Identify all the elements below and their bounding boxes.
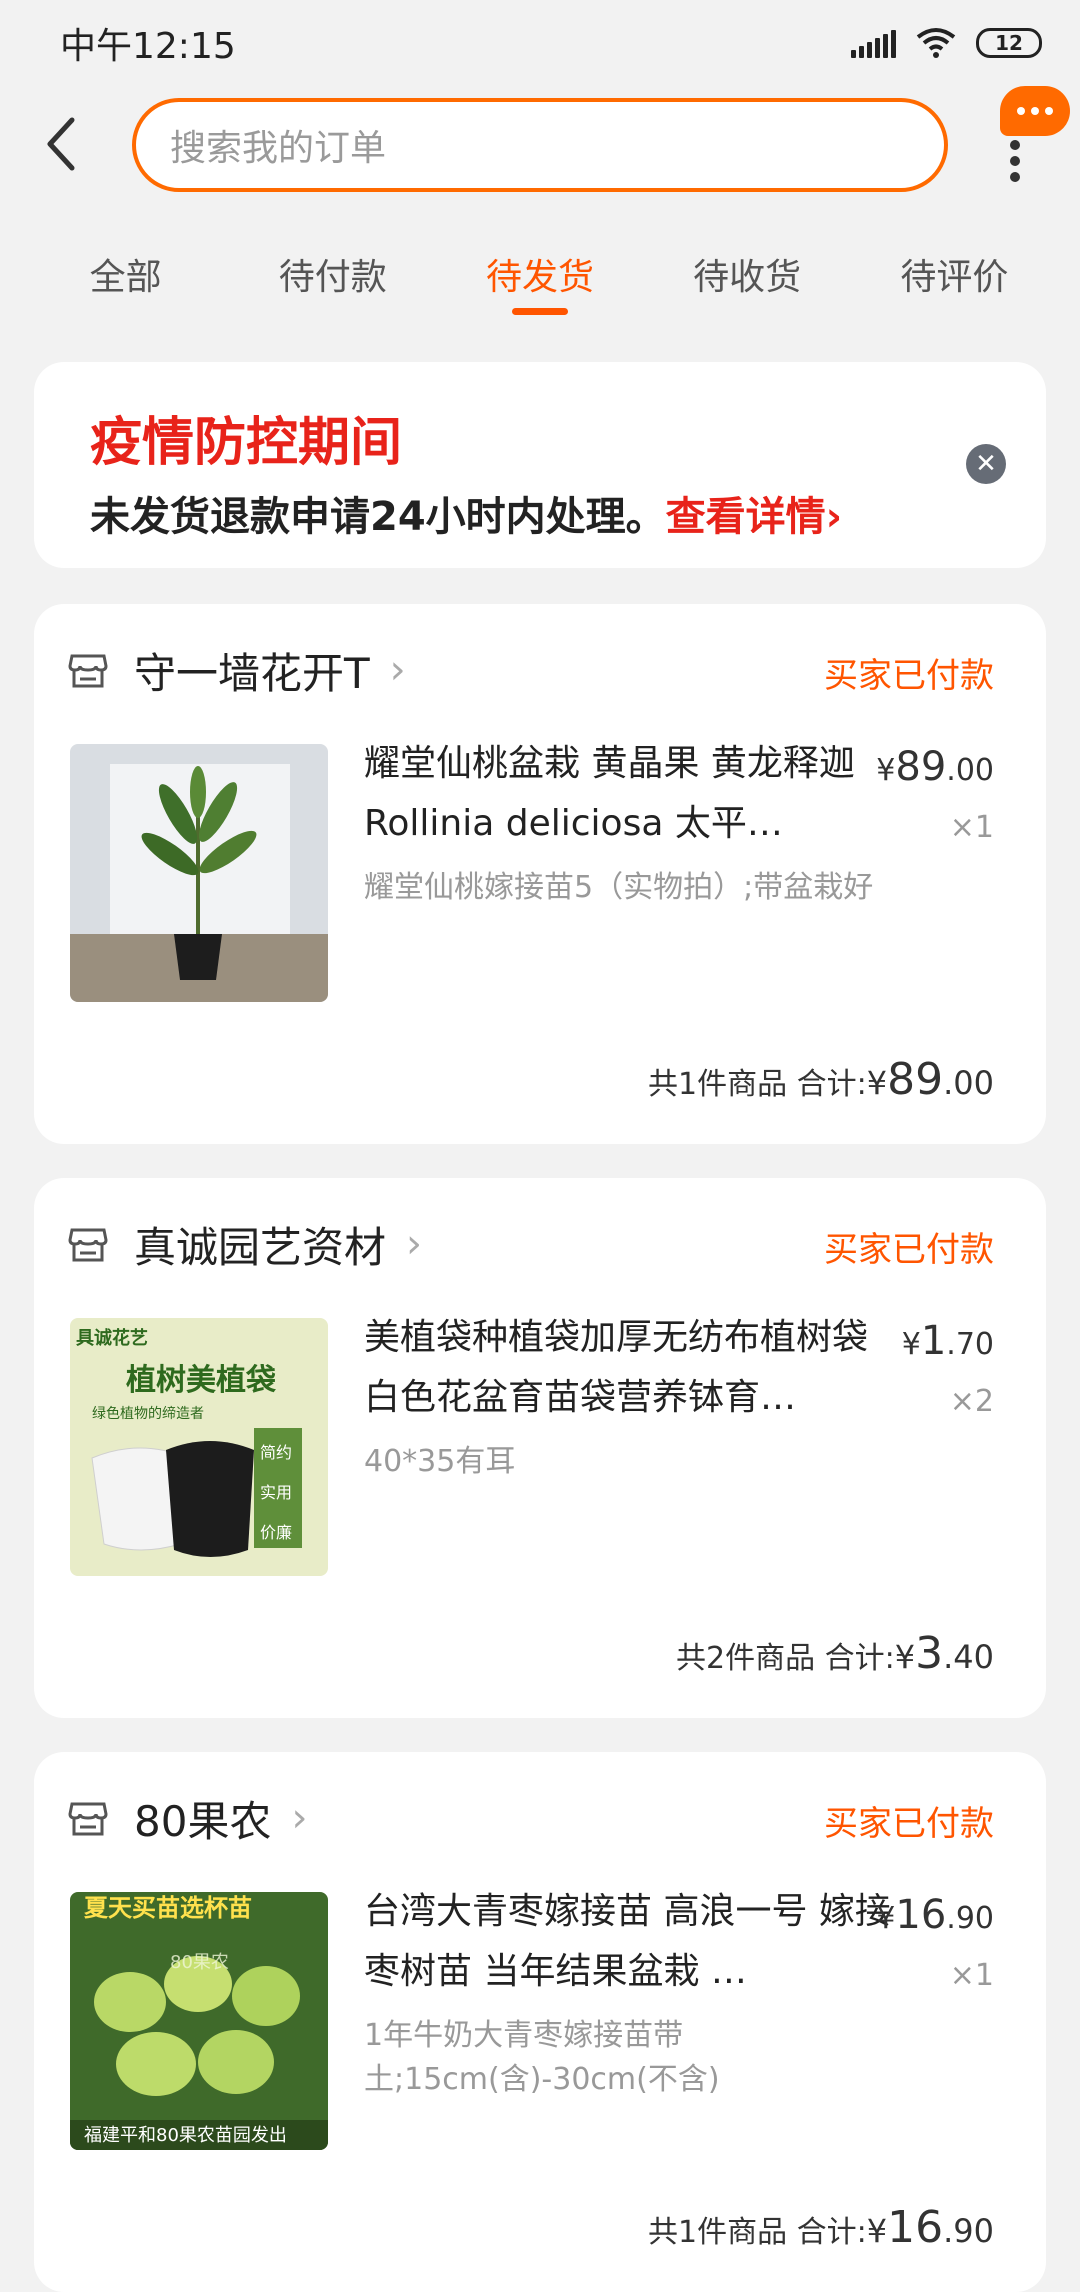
- tab-pending-receipt[interactable]: 待收货: [657, 232, 837, 322]
- order-total: 共2件商品 合计:¥3.40: [676, 1628, 994, 1679]
- status-bar: 中午12:15 12: [0, 0, 1080, 86]
- notice-details-link[interactable]: 查看详情›: [666, 494, 842, 540]
- svg-text:绿色植物的缔造者: 绿色植物的缔造者: [92, 1405, 204, 1422]
- notice-title: 疫情防控期间: [90, 413, 403, 473]
- order-total: 共1件商品 合计:¥16.90: [648, 2202, 994, 2253]
- signal-icon: [851, 28, 896, 58]
- svg-text:简约: 简约: [260, 1443, 292, 1462]
- shop-name: 80果农: [134, 1796, 272, 1846]
- svg-text:价廉: 价廉: [260, 1523, 292, 1542]
- product-title[interactable]: 台湾大青枣嫁接苗 高浪一号 嫁接枣树苗 当年结果盆栽 …: [364, 1882, 894, 2002]
- svg-text:具诚花艺: 具诚花艺: [76, 1327, 148, 1349]
- store-icon: [68, 1802, 108, 1836]
- chevron-right-icon: ›: [406, 1221, 423, 1267]
- order-card[interactable]: 真诚园艺资材 › 买家已付款 具诚花艺 植树美植袋 绿色植物的缔造者 简约 实用…: [34, 1178, 1046, 1718]
- shop-header[interactable]: 真诚园艺资材 ›: [68, 1214, 422, 1274]
- product-price: ¥89.00: [876, 744, 994, 790]
- store-icon: [68, 654, 108, 688]
- tab-pending-payment[interactable]: 待付款: [243, 232, 423, 322]
- chevron-right-icon: ›: [389, 647, 406, 693]
- more-menu-icon[interactable]: [996, 126, 1036, 216]
- order-status: 买家已付款: [824, 656, 994, 696]
- order-total: 共1件商品 合计:¥89.00: [648, 1054, 994, 1105]
- order-status: 买家已付款: [824, 1804, 994, 1844]
- svg-text:福建平和80果农苗园发出: 福建平和80果农苗园发出: [84, 2125, 287, 2146]
- notice-body: 未发货退款申请24小时内处理。查看详情›: [90, 484, 842, 542]
- close-icon[interactable]: ✕: [966, 444, 1006, 484]
- product-price: ¥1.70: [901, 1318, 994, 1364]
- shop-header[interactable]: 80果农 ›: [68, 1788, 307, 1848]
- order-card[interactable]: 80果农 › 买家已付款 夏天买苗选杯苗 80果农 福建平和80果农苗园发出 台…: [34, 1752, 1046, 2292]
- status-icons: 12: [851, 27, 1042, 59]
- chevron-right-icon: ›: [291, 1795, 308, 1841]
- product-quantity: ×1: [949, 1958, 994, 1993]
- status-time: 中午12:15: [60, 26, 236, 67]
- battery-level: 12: [995, 31, 1023, 55]
- battery-icon: 12: [976, 28, 1042, 58]
- product-title[interactable]: 耀堂仙桃盆栽 黄晶果 黄龙释迦Rollinia deliciosa 太平…: [364, 734, 894, 854]
- product-quantity: ×2: [949, 1384, 994, 1419]
- product-title[interactable]: 美植袋种植袋加厚无纺布植树袋白色花盆育苗袋营养钵育…: [364, 1308, 894, 1428]
- product-sku: 1年牛奶大青枣嫁接苗带土;15cm(含)-30cm(不含): [364, 2018, 720, 2097]
- tab-all[interactable]: 全部: [36, 232, 216, 322]
- product-image[interactable]: [70, 744, 328, 1002]
- shop-header[interactable]: 守一墙花开T ›: [68, 640, 406, 700]
- svg-text:夏天买苗选杯苗: 夏天买苗选杯苗: [84, 1894, 252, 1922]
- order-card[interactable]: 守一墙花开T › 买家已付款 耀堂仙桃盆栽 黄晶果 黄龙释迦Rollinia d…: [34, 604, 1046, 1144]
- store-icon: [68, 1228, 108, 1262]
- tab-pending-review[interactable]: 待评价: [864, 232, 1044, 322]
- search-input[interactable]: 搜索我的订单: [132, 98, 948, 192]
- product-sku: 40*35有耳: [364, 1444, 516, 1479]
- product-image[interactable]: 具诚花艺 植树美植袋 绿色植物的缔造者 简约 实用 价廉: [70, 1318, 328, 1576]
- top-bar: 搜索我的订单: [0, 86, 1080, 206]
- shop-name: 真诚园艺资材: [134, 1222, 387, 1272]
- product-quantity: ×1: [949, 810, 994, 845]
- order-status: 买家已付款: [824, 1230, 994, 1270]
- epidemic-notice-card: 疫情防控期间 未发货退款申请24小时内处理。查看详情› ✕: [34, 362, 1046, 568]
- tab-pending-shipment[interactable]: 待发货: [450, 232, 630, 322]
- product-price: ¥16.90: [876, 1892, 994, 1938]
- shop-name: 守一墙花开T: [134, 648, 370, 698]
- search-placeholder: 搜索我的订单: [170, 128, 387, 169]
- chevron-right-icon: ›: [825, 494, 843, 540]
- order-tabs: 全部 待付款 待发货 待收货 待评价: [0, 232, 1080, 322]
- product-image[interactable]: 夏天买苗选杯苗 80果农 福建平和80果农苗园发出: [70, 1892, 328, 2150]
- notice-text: 未发货退款申请24小时内处理。: [90, 494, 666, 540]
- svg-text:80果农: 80果农: [170, 1952, 229, 1973]
- back-arrow-icon[interactable]: [38, 114, 88, 174]
- wifi-icon: [916, 28, 956, 58]
- svg-text:实用: 实用: [260, 1483, 292, 1502]
- svg-text:植树美植袋: 植树美植袋: [126, 1363, 276, 1398]
- product-sku: 耀堂仙桃嫁接苗5（实物拍）;带盆栽好: [364, 870, 874, 905]
